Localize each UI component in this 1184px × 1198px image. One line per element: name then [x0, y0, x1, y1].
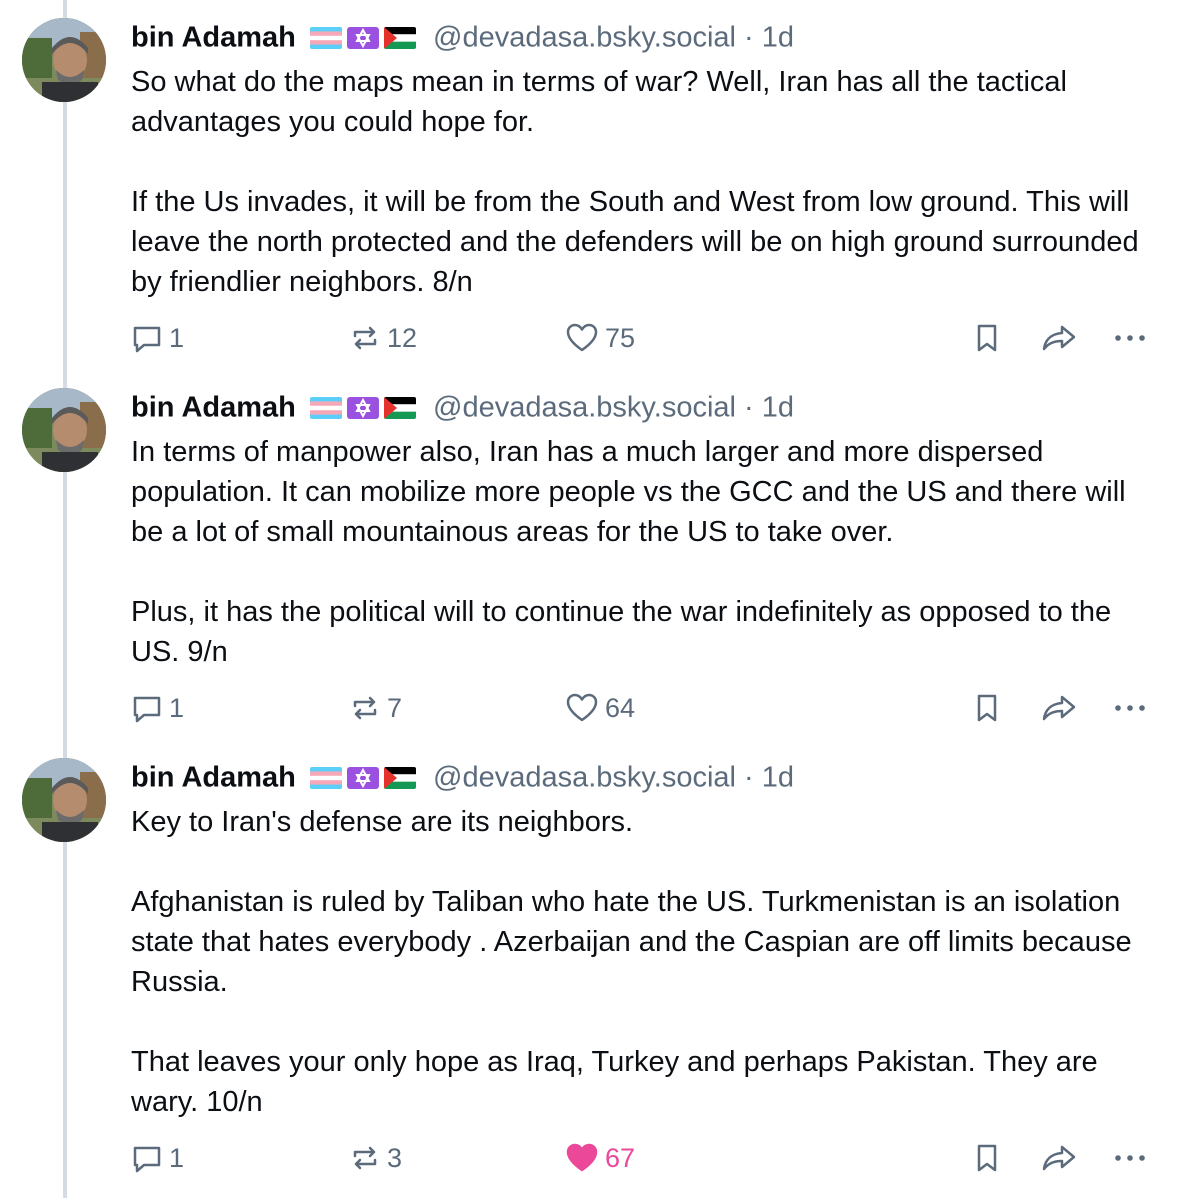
post-header: bin Adamah @devadasa.bsky.social · 1d: [131, 388, 1161, 426]
author-handle[interactable]: @devadasa.bsky.social: [433, 392, 736, 424]
star-of-david-icon: [346, 397, 379, 420]
trans-flag-icon: [309, 27, 342, 50]
reply-count: 1: [169, 322, 185, 353]
like-button[interactable]: 75: [565, 318, 635, 358]
trans-flag-icon: [309, 767, 342, 790]
bookmark-button[interactable]: [971, 318, 1003, 358]
reply-button[interactable]: 1: [131, 688, 184, 728]
like-icon: [565, 692, 599, 724]
reply-button[interactable]: 1: [131, 318, 184, 358]
share-icon: [1041, 692, 1077, 724]
post-actions: 1 12 75: [131, 318, 1161, 358]
repost-count: 7: [387, 692, 403, 723]
post-time[interactable]: · 1d: [744, 392, 794, 424]
post-header: bin Adamah @devadasa.bsky.social · 1d: [131, 758, 1161, 796]
flag-emojis: [309, 388, 421, 426]
repost-icon: [349, 692, 381, 724]
palestine-flag-icon: [383, 27, 416, 50]
share-button[interactable]: [1041, 318, 1077, 358]
like-count: 75: [605, 322, 636, 353]
reply-icon: [131, 322, 163, 354]
post-header: bin Adamah @devadasa.bsky.social · 1d: [131, 18, 1161, 56]
more-icon: [1113, 692, 1147, 724]
avatar[interactable]: [22, 388, 106, 472]
post-paragraph: If the Us invades, it will be from the S…: [131, 186, 1139, 298]
author-handle[interactable]: @devadasa.bsky.social: [433, 762, 736, 794]
palestine-flag-icon: [383, 397, 416, 420]
trans-flag-icon: [309, 397, 342, 420]
repost-button[interactable]: 12: [349, 318, 417, 358]
post-paragraph: So what do the maps mean in terms of war…: [131, 66, 1067, 138]
avatar[interactable]: [22, 18, 106, 102]
avatar[interactable]: [22, 758, 106, 842]
share-icon: [1041, 322, 1077, 354]
reply-count: 1: [169, 692, 185, 723]
more-options-button[interactable]: [1113, 318, 1147, 358]
reply-icon: [131, 1142, 163, 1174]
post-actions: 1 3 67: [131, 1138, 1161, 1178]
post-text: So what do the maps mean in terms of war…: [131, 62, 1161, 302]
repost-count: 3: [387, 1142, 403, 1173]
repost-button[interactable]: 3: [349, 1138, 402, 1178]
bookmark-icon: [971, 692, 1003, 724]
bookmark-icon: [971, 1142, 1003, 1174]
repost-count: 12: [387, 322, 418, 353]
post-actions: 1 7 64: [131, 688, 1161, 728]
post-paragraph: That leaves your only hope as Iraq, Turk…: [131, 1046, 1098, 1118]
more-options-button[interactable]: [1113, 688, 1147, 728]
like-button[interactable]: 64: [565, 688, 635, 728]
post-paragraph: Afghanistan is ruled by Taliban who hate…: [131, 886, 1132, 998]
share-button[interactable]: [1041, 688, 1077, 728]
author-name[interactable]: bin Adamah: [131, 762, 296, 794]
post-paragraph: In terms of manpower also, Iran has a mu…: [131, 436, 1126, 548]
more-icon: [1113, 322, 1147, 354]
bookmark-icon: [971, 322, 1003, 354]
repost-button[interactable]: 7: [349, 688, 402, 728]
post-text: Key to Iran's defense are its neighbors.…: [131, 802, 1161, 1122]
more-options-button[interactable]: [1113, 1138, 1147, 1178]
star-of-david-icon: [346, 767, 379, 790]
author-name[interactable]: bin Adamah: [131, 22, 296, 54]
post-text: In terms of manpower also, Iran has a mu…: [131, 432, 1161, 672]
reply-button[interactable]: 1: [131, 1138, 184, 1178]
like-icon: [565, 1142, 599, 1174]
like-icon: [565, 322, 599, 354]
star-of-david-icon: [346, 27, 379, 50]
post-paragraph: Plus, it has the political will to conti…: [131, 596, 1112, 668]
reply-count: 1: [169, 1142, 185, 1173]
repost-icon: [349, 322, 381, 354]
flag-emojis: [309, 18, 421, 56]
like-button[interactable]: 67: [565, 1138, 635, 1178]
author-name[interactable]: bin Adamah: [131, 392, 296, 424]
repost-icon: [349, 1142, 381, 1174]
share-button[interactable]: [1041, 1138, 1077, 1178]
bookmark-button[interactable]: [971, 1138, 1003, 1178]
post-time[interactable]: · 1d: [744, 22, 794, 54]
reply-icon: [131, 692, 163, 724]
flag-emojis: [309, 758, 421, 796]
bookmark-button[interactable]: [971, 688, 1003, 728]
post-paragraph: Key to Iran's defense are its neighbors.: [131, 806, 634, 838]
author-handle[interactable]: @devadasa.bsky.social: [433, 22, 736, 54]
like-count: 67: [605, 1142, 636, 1173]
post-time[interactable]: · 1d: [744, 762, 794, 794]
like-count: 64: [605, 692, 636, 723]
palestine-flag-icon: [383, 767, 416, 790]
more-icon: [1113, 1142, 1147, 1174]
share-icon: [1041, 1142, 1077, 1174]
thread-line: [63, 0, 67, 1198]
